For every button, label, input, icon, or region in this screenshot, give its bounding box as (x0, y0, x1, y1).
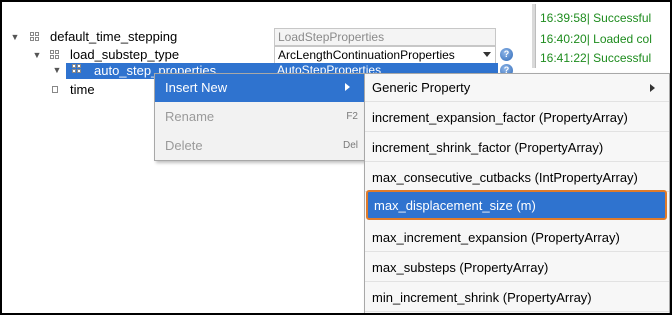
submenu-arrow-icon (650, 84, 655, 92)
insert-new-submenu: Generic Property increment_expansion_fac… (364, 73, 670, 313)
submenu-item-max-increment-expansion[interactable]: max_increment_expansion (PropertyArray) (365, 224, 669, 252)
tree-item-label: time (70, 82, 95, 97)
menu-item-insert-new[interactable]: Insert New (155, 74, 364, 102)
shortcut-label: Del (342, 140, 358, 151)
log-panel: 16:39:58| Successful 16:40:20| Loaded co… (535, 4, 670, 68)
submenu-item-max-displacement-size[interactable]: max_displacement_size (m) (366, 190, 667, 220)
log-line: 16:41:22| Successful (540, 51, 652, 65)
submenu-arrow-icon (345, 83, 350, 91)
menu-item-rename[interactable]: Rename F2 (155, 103, 364, 131)
tree-item-label: default_time_stepping (50, 29, 178, 44)
collapse-arrow-icon[interactable]: ▼ (10, 32, 20, 42)
submenu-item-generic-property[interactable]: Generic Property (365, 74, 669, 102)
leaf-node-icon (52, 86, 58, 93)
dropdown-arrow-icon[interactable] (483, 52, 491, 57)
submenu-item-min-increment-shrink[interactable]: min_increment_shrink (PropertyArray) (365, 284, 669, 312)
tree-row-load-substep-type[interactable]: ▼ load_substep_type ArcLengthContinuatio… (4, 45, 532, 65)
tree-row-default-time-stepping[interactable]: ▼ default_time_stepping LoadStepProperti… (4, 27, 532, 47)
tree-item-label: load_substep_type (70, 47, 180, 62)
node-grid-icon (50, 50, 60, 60)
submenu-item-increment-shrink-factor[interactable]: increment_shrink_factor (PropertyArray) (365, 134, 669, 162)
submenu-item-max-consecutive-cutbacks[interactable]: max_consecutive_cutbacks (IntPropertyArr… (365, 164, 669, 192)
type-select[interactable]: ArcLengthContinuationProperties (274, 46, 496, 64)
property-type-cell: LoadStepProperties (274, 28, 496, 46)
node-grid-icon (30, 32, 40, 42)
menu-item-delete[interactable]: Delete Del (155, 132, 364, 160)
shortcut-label: F2 (346, 111, 358, 122)
submenu-item-max-substeps[interactable]: max_substeps (PropertyArray) (365, 254, 669, 282)
collapse-arrow-icon[interactable]: ▼ (32, 50, 42, 60)
help-icon[interactable]: ? (500, 48, 513, 61)
node-grid-icon (72, 64, 82, 74)
submenu-item-increment-expansion-factor[interactable]: increment_expansion_factor (PropertyArra… (365, 104, 669, 132)
tree-row-time[interactable]: time (4, 80, 154, 100)
log-line: 16:40:20| Loaded col (540, 32, 652, 46)
collapse-arrow-icon[interactable]: ▼ (52, 65, 62, 75)
context-menu: Insert New Rename F2 Delete Del (154, 73, 365, 161)
log-line: 16:39:58| Successful (540, 11, 652, 25)
app-window: ▼ default_time_stepping LoadStepProperti… (0, 0, 672, 315)
